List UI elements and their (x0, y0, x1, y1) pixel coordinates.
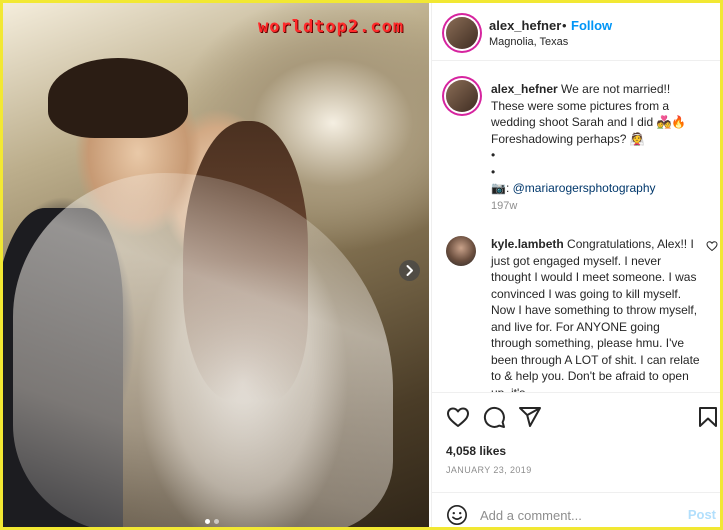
comment-like-icon[interactable] (706, 240, 718, 252)
watermark: worldtop2.com (258, 17, 405, 37)
comment-body: Congratulations, Alex!! I just got engag… (491, 237, 700, 392)
comments-section[interactable]: alex_hefner We are not married!! These w… (432, 62, 720, 392)
commenter-username[interactable]: kyle.lambeth (491, 237, 564, 251)
comment-text: kyle.lambeth Congratulations, Alex!! I j… (491, 236, 701, 392)
add-comment-bar: Post (432, 492, 720, 527)
post-sidebar: alex_hefner • Follow Magnolia, Texas ale… (431, 3, 720, 527)
caption-line: wedding shoot Sarah and I did 💑🔥 (491, 115, 687, 129)
caption-line: • (491, 164, 496, 179)
post-photo[interactable]: worldtop2.com (3, 3, 429, 527)
caption-line: We are not married!! (561, 82, 671, 96)
photo-detail (48, 58, 188, 138)
post-date[interactable]: JANUARY 23, 2019 (446, 465, 532, 475)
post-comment-button[interactable]: Post (688, 507, 716, 522)
smiley-icon[interactable] (446, 504, 468, 526)
caption-avatar[interactable] (446, 80, 478, 112)
carousel-dot (214, 519, 219, 524)
photo-detail (13, 173, 393, 527)
caption-line: These were some pictures from a (491, 98, 670, 113)
post-header: alex_hefner • Follow Magnolia, Texas (432, 3, 720, 61)
follow-button[interactable]: Follow (571, 18, 612, 33)
likes-count[interactable]: 4,058 likes (446, 444, 506, 458)
photo-credit-prefix: 📷: (491, 181, 513, 195)
caption-username[interactable]: alex_hefner (491, 82, 558, 96)
header-separator: • (562, 18, 567, 33)
share-icon[interactable] (518, 405, 542, 429)
caption-line: • (491, 148, 496, 162)
comment-icon[interactable] (482, 405, 506, 429)
commenter-avatar[interactable] (446, 236, 476, 266)
heart-icon[interactable] (446, 405, 470, 429)
post-location[interactable]: Magnolia, Texas (489, 36, 568, 48)
post-age[interactable]: 197w (491, 200, 517, 212)
caption-text: alex_hefner We are not married!! These w… (491, 81, 711, 197)
caption-line: Foreshadowing perhaps? 👰 (491, 131, 645, 146)
carousel-indicator (205, 519, 219, 524)
author-username[interactable]: alex_hefner (489, 18, 561, 33)
post-frame: worldtop2.com alex_hefner • Follow Magno… (0, 0, 723, 530)
comment-input[interactable] (480, 505, 670, 525)
carousel-dot-active (205, 519, 210, 524)
author-avatar[interactable] (446, 17, 478, 49)
bookmark-icon[interactable] (696, 405, 720, 429)
chevron-right-icon (406, 265, 413, 276)
carousel-next-button[interactable] (399, 260, 420, 281)
photographer-link[interactable]: @mariarogersphotography (513, 181, 656, 195)
post-actions: 4,058 likes JANUARY 23, 2019 Post (432, 392, 720, 527)
